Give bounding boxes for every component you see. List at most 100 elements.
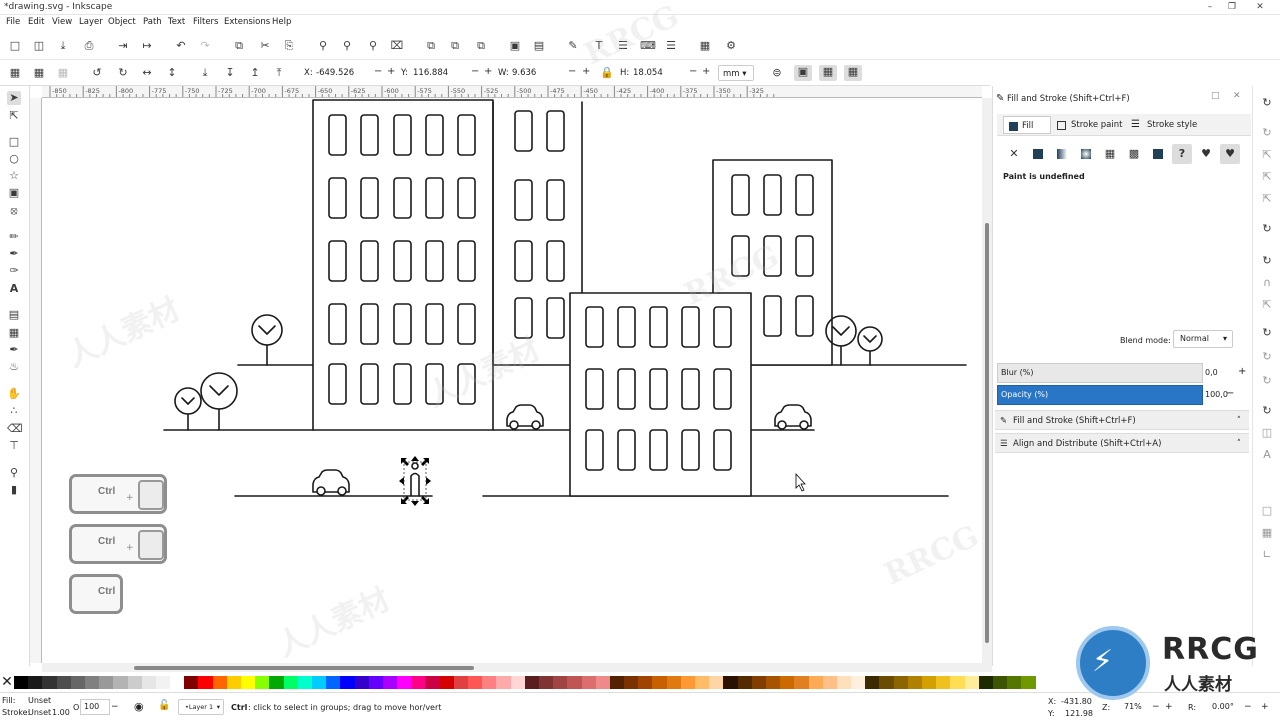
open-file-icon[interactable]: ◫ [32,39,46,53]
menu-filters[interactable]: Filters [193,17,218,27]
eye-visibility-icon[interactable]: ◉ [134,700,144,713]
color-swatch[interactable] [269,676,284,689]
opacity-value[interactable]: 100,0 [1205,390,1228,399]
color-swatch[interactable] [737,676,752,689]
color-swatch[interactable] [808,676,823,689]
lock-layer-icon[interactable]: 🔓 [158,700,170,711]
color-swatch[interactable] [311,676,327,689]
color-swatch[interactable] [14,676,29,689]
no-paint-icon[interactable]: ✕ [1004,144,1024,164]
snap-bbox-icon[interactable]: ↻ [1260,126,1274,140]
tab-fill[interactable]: Fill [1003,116,1051,134]
scale-corners-icon[interactable]: ▣ [794,65,812,81]
building-window[interactable] [546,297,565,339]
unit-select[interactable]: mm ▾ [718,65,754,81]
menu-text[interactable]: Text [168,17,185,27]
color-swatch[interactable] [326,676,341,689]
connector-tool-icon[interactable]: ⊤ [7,439,21,453]
radial-gradient-icon[interactable] [1076,144,1096,164]
color-swatch[interactable] [567,676,582,689]
layer-select[interactable]: •Layer 1 ▾ [178,699,224,715]
paste-icon[interactable]: ⎘ [282,39,296,53]
snap-guide-icon[interactable]: ∟ [1260,548,1274,562]
color-swatch[interactable] [42,676,57,689]
duplicate-icon[interactable]: ⧉ [424,39,438,53]
flat-color-icon[interactable] [1028,144,1048,164]
transform-gradients-icon[interactable]: ▦ [819,65,837,81]
building-window[interactable] [514,240,533,282]
drawing-canvas[interactable]: Ctrl + Ctrl + Ctrl RRCG 人人素材 人人素材 RRCG R… [42,0,984,664]
building-window[interactable] [546,110,565,152]
h-input[interactable]: 18.054 [631,65,687,81]
color-swatch[interactable] [226,676,241,689]
building-window[interactable] [514,110,533,152]
color-swatch[interactable] [851,676,866,689]
maximize-button[interactable]: ❐ [1222,1,1242,14]
unlink-clone-icon[interactable]: ⧉ [474,39,488,53]
color-swatch[interactable] [907,676,922,689]
lower-icon[interactable]: ↧ [223,66,237,80]
linear-gradient-icon[interactable] [1052,144,1072,164]
rotate-decrement-button[interactable]: − [1244,702,1252,712]
building-window[interactable] [546,179,565,221]
blend-mode-select[interactable]: Normal ▾ [1173,330,1233,348]
color-swatch[interactable] [1021,676,1036,689]
color-swatch[interactable] [354,676,369,689]
color-swatch[interactable] [127,676,142,689]
tab-stroke-style[interactable]: ☰ Stroke style [1129,116,1197,134]
stroke-indicator-value[interactable]: Unset [28,708,51,717]
color-swatch[interactable] [865,676,880,689]
paint-bucket-tool-icon[interactable]: ♨ [7,360,21,374]
blur-increment-button[interactable]: + [1238,366,1246,377]
color-swatch[interactable] [468,676,483,689]
menu-extensions[interactable]: Extensions [224,17,270,27]
snap-baseline-icon[interactable]: ◫ [1260,426,1274,440]
w-decrement-button[interactable]: − [568,66,576,78]
fill-indicator-value[interactable]: Unset [28,696,51,705]
ellipse-tool-icon[interactable]: ○ [7,152,21,166]
rotate-increment-button[interactable]: + [1261,702,1269,712]
print-icon[interactable]: ⎙ [82,39,96,53]
unset-paint-icon[interactable]: ? [1172,144,1192,164]
color-swatch[interactable] [382,676,398,689]
color-swatch[interactable] [297,676,312,689]
mesh-tool-icon[interactable]: ▦ [7,326,21,340]
color-swatch[interactable] [1007,676,1022,689]
vertical-scrollbar[interactable] [982,98,992,663]
close-window-button[interactable]: ✕ [1250,1,1270,14]
snap-page-icon[interactable]: □ [1260,504,1274,518]
3d-box-tool-icon[interactable]: ▣ [7,186,21,200]
snap-midpoint-icon[interactable]: ↻ [1260,350,1274,364]
preferences-icon[interactable]: ⚙ [724,39,738,53]
color-swatch[interactable] [822,676,837,689]
document-properties-icon[interactable]: ▦ [698,39,712,53]
redo-icon[interactable]: ↷ [198,39,212,53]
color-swatch[interactable] [453,676,468,689]
color-swatch[interactable] [765,676,781,689]
city-drawing[interactable] [42,98,982,663]
color-swatch[interactable] [638,676,653,689]
y-decrement-button[interactable]: − [471,66,479,78]
raise-top-icon[interactable]: ⤒ [272,66,286,80]
tab-stroke-paint[interactable]: Stroke paint [1053,116,1122,134]
color-swatch[interactable] [198,676,213,689]
pattern-icon[interactable]: ▩ [1124,144,1144,164]
fill-stroke-panel-header[interactable]: ✎ Fill and Stroke (Shift+Ctrl+F) ˄ [995,410,1249,430]
building-window[interactable] [514,179,533,221]
text-tool-icon[interactable]: A [7,282,21,296]
zoom-selection-icon[interactable]: ⚲ [316,39,330,53]
snap-cusp-icon[interactable]: ⇱ [1260,298,1274,312]
color-swatch[interactable] [538,676,554,689]
tweak-tool-icon[interactable]: ✋ [7,387,21,401]
select-all-icon[interactable]: ▦ [8,66,22,80]
building-window[interactable] [546,240,565,282]
car[interactable] [312,469,350,496]
w-input[interactable]: 9.636 [510,65,566,81]
star-tool-icon[interactable]: ☆ [7,169,21,183]
color-swatch[interactable] [397,676,412,689]
align-distribute-icon[interactable]: ☰ [664,39,678,53]
opacity-decrement-button[interactable]: − [111,702,119,712]
fill-rule-nonzero-icon[interactable]: ♥ [1220,144,1240,164]
color-swatch[interactable] [155,676,171,689]
zoom-decrement-button[interactable]: − [1152,702,1160,712]
